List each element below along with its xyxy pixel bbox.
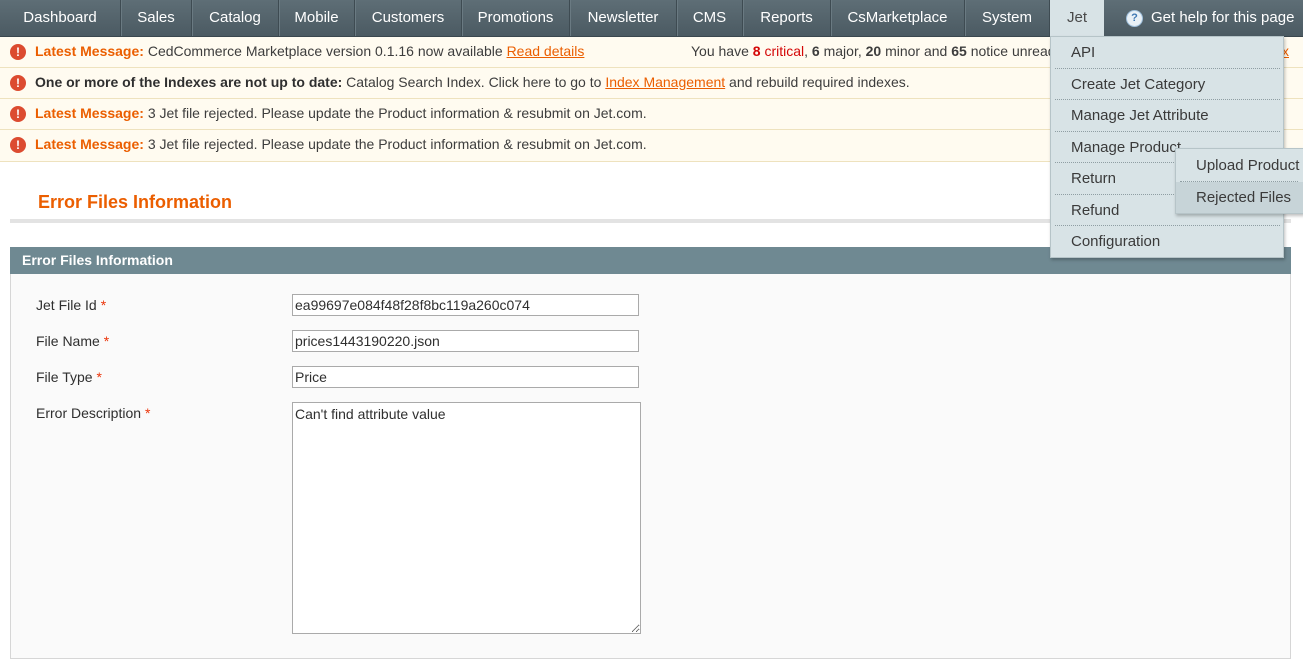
error-icon: ! <box>10 44 26 60</box>
menu-label: Rejected Files <box>1196 189 1292 206</box>
label-text: Error Description <box>36 405 142 421</box>
message-text: One or more of the Indexes are not up to… <box>35 68 910 97</box>
nav-sales[interactable]: Sales <box>121 0 192 36</box>
menu-label: Return <box>1071 170 1117 187</box>
label-text: Jet File Id <box>36 297 97 313</box>
minor-label: minor and <box>881 43 952 59</box>
file-type-input[interactable] <box>292 366 639 388</box>
menu-item-api[interactable]: API <box>1051 37 1283 68</box>
read-details-link[interactable]: Read details <box>507 43 585 59</box>
menu-label: API <box>1071 44 1096 61</box>
file-name-label: File Name * <box>36 333 109 349</box>
nav-csmarketplace[interactable]: CsMarketplace <box>831 0 965 36</box>
major-count: 6 <box>811 43 820 59</box>
critical-label: critical <box>760 43 805 59</box>
message-body: 3 Jet file rejected. Please update the P… <box>143 105 647 121</box>
required-mark: * <box>100 297 107 313</box>
error-icon: ! <box>10 137 26 153</box>
message-body: Catalog Search Index. Click here to go t… <box>342 74 606 90</box>
main-navigation: Dashboard Sales Catalog Mobile Customers… <box>0 0 1303 37</box>
file-type-label: File Type * <box>36 369 102 385</box>
nav-newsletter[interactable]: Newsletter <box>570 0 677 36</box>
menu-item-manage-jet-attribute[interactable]: Manage Jet Attribute <box>1051 100 1283 131</box>
summary-pre: You have <box>691 43 753 59</box>
menu-label: Manage Jet Attribute <box>1071 107 1209 124</box>
minor-count: 20 <box>865 43 882 59</box>
notice-label: notice unread message(s). <box>970 43 1061 59</box>
manage-product-submenu: Upload Product Rejected Files <box>1175 148 1303 214</box>
file-name-input[interactable] <box>292 330 639 352</box>
help-link[interactable]: ? Get help for this page <box>1126 0 1294 36</box>
message-body: 3 Jet file rejected. Please update the P… <box>143 136 647 152</box>
menu-item-create-jet-category[interactable]: Create Jet Category <box>1051 69 1283 100</box>
menu-label: Refund <box>1071 202 1120 219</box>
message-prefix: One or more of the Indexes are not up to… <box>35 74 343 90</box>
help-circle-icon: ? <box>1126 10 1143 27</box>
nav-catalog[interactable]: Catalog <box>192 0 279 36</box>
menu-label: Upload Product <box>1196 157 1300 174</box>
critical-count: 8 <box>752 43 761 59</box>
nav-mobile[interactable]: Mobile <box>279 0 355 36</box>
error-icon: ! <box>10 75 26 91</box>
submenu-item-rejected-files[interactable]: Rejected Files <box>1176 182 1303 213</box>
jet-dropdown-menu: API Create Jet Category Manage Jet Attri… <box>1050 36 1284 258</box>
jet-file-id-input[interactable] <box>292 294 639 316</box>
label-text: File Type <box>36 369 93 385</box>
message-prefix: Latest Message: <box>35 105 144 121</box>
submenu-item-upload-product[interactable]: Upload Product <box>1176 150 1303 181</box>
nav-system[interactable]: System <box>965 0 1050 36</box>
error-icon: ! <box>10 106 26 122</box>
nav-dashboard[interactable]: Dashboard <box>0 0 121 36</box>
required-mark: * <box>145 405 151 421</box>
nav-reports[interactable]: Reports <box>743 0 831 36</box>
message-prefix: Latest Message: <box>35 43 144 59</box>
nav-customers[interactable]: Customers <box>355 0 462 36</box>
required-mark: * <box>103 333 110 349</box>
notice-summary: You have 8 critical, 6 major, 20 minor a… <box>691 37 1061 66</box>
nav-promotions[interactable]: Promotions <box>462 0 570 36</box>
jet-file-id-label: Jet File Id * <box>36 297 106 313</box>
required-mark: * <box>96 369 102 385</box>
menu-label: Manage Product <box>1071 139 1182 156</box>
nav-cms[interactable]: CMS <box>677 0 743 36</box>
error-description-label: Error Description * <box>36 405 150 421</box>
label-text: File Name <box>36 333 100 349</box>
help-label: Get help for this page <box>1151 9 1295 26</box>
page-title: Error Files Information <box>38 192 233 212</box>
major-label: major, <box>819 43 866 59</box>
menu-label: Create Jet Category <box>1071 76 1206 93</box>
message-text: Latest Message: CedCommerce Marketplace … <box>35 37 584 66</box>
message-prefix: Latest Message: <box>35 136 144 152</box>
summary-sep: , <box>804 43 812 59</box>
message-body: CedCommerce Marketplace version 0.1.16 n… <box>143 43 507 59</box>
error-description-textarea[interactable]: Can't find attribute value <box>292 402 641 634</box>
nav-jet[interactable]: Jet <box>1050 0 1104 36</box>
menu-label: Configuration <box>1071 233 1161 250</box>
notice-count: 65 <box>951 43 967 59</box>
message-text: Latest Message: 3 Jet file rejected. Ple… <box>35 99 647 128</box>
fieldset-title: Error Files Information <box>22 252 173 268</box>
message-text: Latest Message: 3 Jet file rejected. Ple… <box>35 130 647 159</box>
message-suffix: and rebuild required indexes. <box>725 74 910 90</box>
menu-item-configuration[interactable]: Configuration <box>1051 226 1283 257</box>
index-management-link[interactable]: Index Management <box>605 74 725 90</box>
fieldset-body <box>10 274 1291 659</box>
